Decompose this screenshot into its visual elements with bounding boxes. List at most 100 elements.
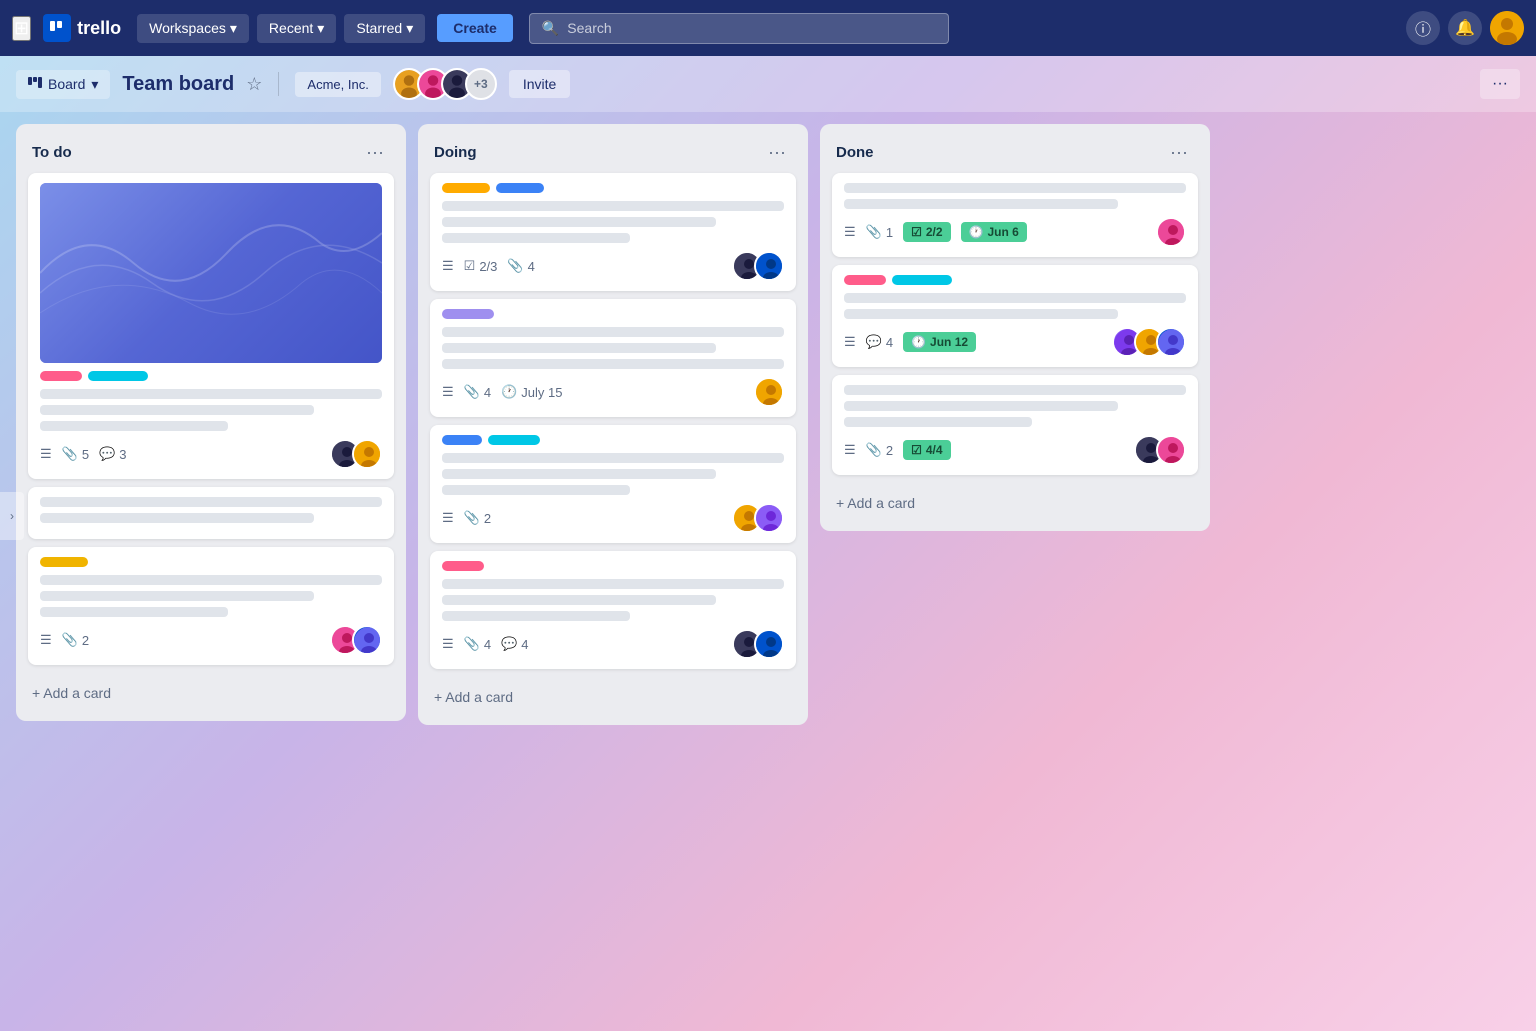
label-cyan [892, 275, 952, 285]
search-input[interactable] [567, 20, 936, 36]
card-footer-left: ☰ 📎2 ☑ 4/4 [844, 440, 1124, 460]
card-text-line [442, 453, 784, 463]
card-footer: ☰ 📎4 🕐 July 15 [442, 377, 784, 407]
card-text-line [442, 595, 716, 605]
card-done-2[interactable]: ☰ 💬4 🕐 Jun 12 [832, 265, 1198, 367]
card-attachments: 📎1 [866, 224, 893, 240]
card-labels [844, 275, 1186, 285]
more-options-button[interactable]: ··· [1480, 69, 1520, 99]
card-desc-icon: ☰ [844, 334, 856, 350]
card-text-line [442, 327, 784, 337]
card-text-line [40, 513, 314, 523]
notifications-button[interactable]: 🔔 [1448, 11, 1482, 45]
card-doing-1[interactable]: ☰ ☑2/3 📎4 [430, 173, 796, 291]
search-icon: 🔍 [542, 20, 559, 37]
attachment-icon: 📎 [866, 442, 882, 458]
board-header: Board ▾ Team board ☆ Acme, Inc. +3 Invit… [0, 56, 1536, 112]
card-avatars [330, 439, 382, 469]
starred-menu[interactable]: Starred ▾ [344, 14, 425, 43]
card-avatars [1112, 327, 1186, 357]
search-box[interactable]: 🔍 [529, 13, 949, 44]
card-attachments: 📎5 [62, 446, 89, 462]
card-footer-left: ☰ 📎4 💬4 [442, 636, 722, 652]
label-cyan [488, 435, 540, 445]
card-avatar [754, 629, 784, 659]
card-doing-2[interactable]: ☰ 📎4 🕐 July 15 [430, 299, 796, 417]
member-avatars: +3 [393, 68, 497, 100]
card-doing-4[interactable]: ☰ 📎4 💬4 [430, 551, 796, 669]
chevron-right-icon: › [10, 509, 14, 523]
member-count-badge[interactable]: +3 [465, 68, 497, 100]
user-avatar[interactable] [1490, 11, 1524, 45]
recent-menu[interactable]: Recent ▾ [257, 14, 336, 43]
card-avatar [1156, 435, 1186, 465]
card-todo-1[interactable]: ☰ 📎5 💬3 [28, 173, 394, 479]
list-doing-menu[interactable]: ··· [762, 140, 792, 165]
card-text-line [40, 497, 382, 507]
card-footer: ☰ 💬4 🕐 Jun 12 [844, 327, 1186, 357]
add-card-done[interactable]: + Add a card [832, 487, 1198, 519]
trello-logo[interactable]: trello [43, 14, 121, 42]
card-done-3[interactable]: ☰ 📎2 ☑ 4/4 [832, 375, 1198, 475]
grid-icon[interactable]: ⊞ [12, 16, 31, 41]
card-labels [442, 561, 784, 571]
card-done-1[interactable]: ☰ 📎1 ☑ 2/2 🕐 Jun 6 [832, 173, 1198, 257]
card-doing-3[interactable]: ☰ 📎2 [430, 425, 796, 543]
attachment-icon: 📎 [62, 632, 78, 648]
card-text-line [442, 469, 716, 479]
card-text-line [844, 385, 1186, 395]
create-button[interactable]: Create [437, 14, 513, 42]
card-attachments: 📎4 [464, 384, 491, 400]
sidebar-toggle[interactable]: › [0, 492, 24, 540]
card-desc-icon: ☰ [40, 446, 52, 462]
card-todo-2[interactable] [28, 487, 394, 539]
card-footer-left: ☰ 📎2 [442, 510, 722, 526]
trello-wordmark: trello [77, 18, 121, 39]
workspaces-menu[interactable]: Workspaces ▾ [137, 14, 249, 43]
add-card-todo[interactable]: + Add a card [28, 677, 394, 709]
card-todo-3[interactable]: ☰ 📎2 [28, 547, 394, 665]
card-cover-image [40, 183, 382, 363]
invite-button[interactable]: Invite [509, 70, 570, 98]
comment-icon: 💬 [501, 636, 517, 652]
card-avatar [754, 377, 784, 407]
card-text-line [40, 575, 382, 585]
card-avatar [754, 503, 784, 533]
checklist-badge-icon: ☑ [911, 225, 922, 239]
card-attachments: 📎2 [62, 632, 89, 648]
card-text-line [442, 233, 630, 243]
label-pink [40, 371, 82, 381]
card-desc-icon: ☰ [442, 384, 454, 400]
board-view-button[interactable]: Board ▾ [16, 70, 110, 99]
card-labels [40, 557, 382, 567]
card-footer: ☰ 📎5 💬3 [40, 439, 382, 469]
list-done: Done ··· ☰ 📎1 ☑ 2/2 🕐 [820, 124, 1210, 531]
card-desc-icon: ☰ [442, 510, 454, 526]
card-labels [442, 309, 784, 319]
card-labels [442, 183, 784, 193]
card-footer: ☰ 📎2 [442, 503, 784, 533]
trello-logo-box [43, 14, 71, 42]
card-text-line [442, 611, 630, 621]
card-text-line [442, 343, 716, 353]
workspace-chip[interactable]: Acme, Inc. [295, 72, 380, 97]
add-card-doing[interactable]: + Add a card [430, 681, 796, 713]
board-title: Team board [122, 73, 234, 96]
list-todo-menu[interactable]: ··· [360, 140, 390, 165]
card-avatar [754, 251, 784, 281]
card-text-line [442, 485, 630, 495]
attachment-icon: 📎 [464, 636, 480, 652]
card-attachments: 📎2 [464, 510, 491, 526]
comment-icon: 💬 [866, 334, 882, 350]
star-button[interactable]: ☆ [246, 74, 262, 95]
list-done-menu[interactable]: ··· [1164, 140, 1194, 165]
label-purple [442, 309, 494, 319]
list-todo-title: To do [32, 144, 72, 161]
card-text-line [844, 417, 1032, 427]
info-button[interactable]: ⓘ [1406, 11, 1440, 45]
card-comments: 💬3 [99, 446, 126, 462]
board-content: To do ··· [0, 112, 1536, 737]
checklist-badge: ☑ 4/4 [903, 440, 950, 460]
card-desc-icon: ☰ [844, 442, 856, 458]
card-avatar [352, 439, 382, 469]
